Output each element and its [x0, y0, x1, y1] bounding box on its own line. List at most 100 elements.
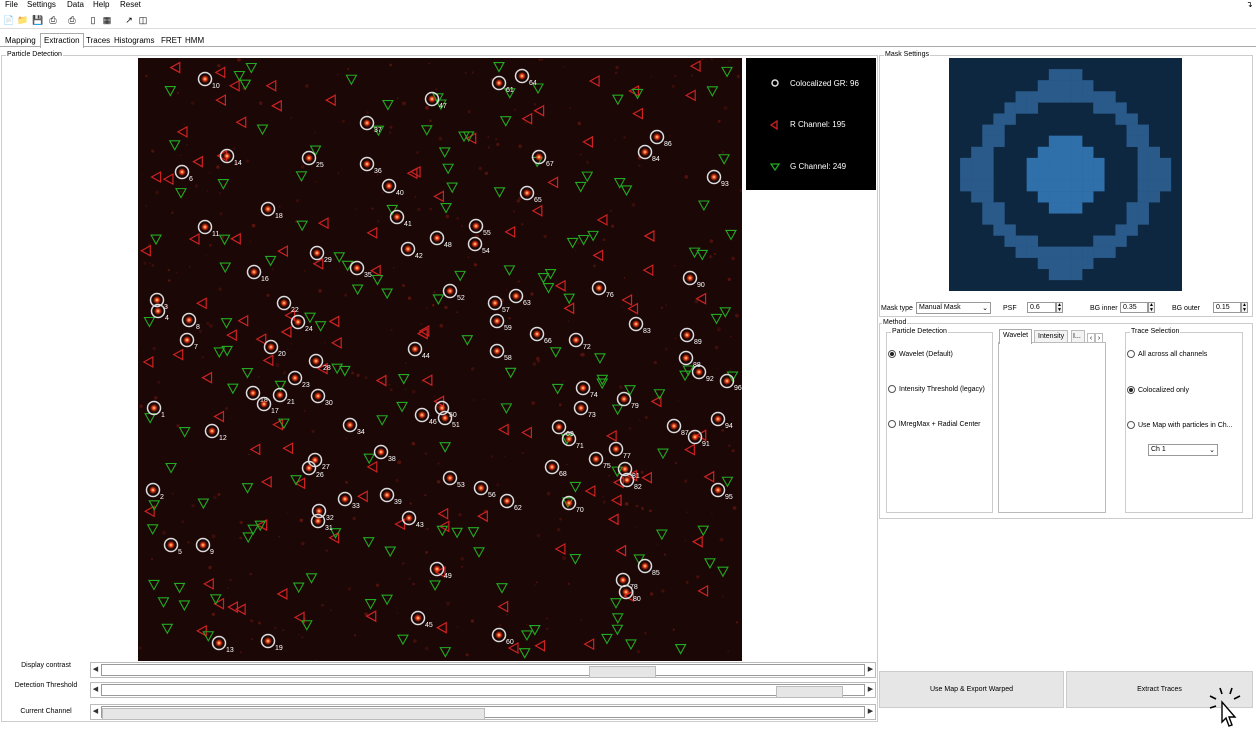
- arrow-left-icon[interactable]: ◀: [91, 663, 100, 677]
- print-icon[interactable]: ⎙: [47, 14, 59, 26]
- new-file-icon[interactable]: 📄: [3, 14, 15, 26]
- menu-help[interactable]: Help: [93, 0, 109, 9]
- tab-hmm[interactable]: HMM: [182, 34, 207, 48]
- tab-histograms[interactable]: Histograms: [111, 34, 157, 48]
- display-contrast-slider[interactable]: ◀ ▶: [90, 662, 876, 678]
- slider-track[interactable]: [101, 706, 865, 720]
- radio-all-channels[interactable]: All across all channels: [1127, 350, 1207, 358]
- bg-inner-input[interactable]: 0.35: [1120, 302, 1148, 313]
- bg-inner-stepper[interactable]: ▲ ▼: [1148, 302, 1155, 313]
- radio-button[interactable]: [888, 420, 896, 428]
- noise-speck: [237, 58, 241, 62]
- open-folder-icon[interactable]: 📁: [17, 14, 29, 26]
- tab-traces[interactable]: Traces: [83, 34, 113, 48]
- noise-speck: [735, 621, 739, 624]
- particle-label: 40: [396, 190, 404, 197]
- detection-threshold-slider[interactable]: ◀ ▶: [90, 682, 876, 698]
- psf-stepper[interactable]: ▲ ▼: [1056, 302, 1063, 313]
- radio-imregmax[interactable]: lMregMax + Radial Center: [888, 420, 981, 428]
- radio-button[interactable]: [888, 350, 896, 358]
- radio-colocalized-only[interactable]: Colocalized only: [1127, 386, 1189, 394]
- menu-settings[interactable]: Settings: [27, 0, 56, 9]
- mask-pixel: [1048, 91, 1061, 103]
- radio-button[interactable]: [1127, 350, 1135, 358]
- menu-data[interactable]: Data: [67, 0, 84, 9]
- particle-image[interactable]: 1061644737868414 2536676934065184111 55485…: [138, 58, 742, 661]
- menu-file[interactable]: File: [5, 0, 18, 9]
- mask-pixel: [1048, 268, 1061, 281]
- mask-pixel: [1026, 102, 1038, 114]
- particle-spot: [683, 331, 691, 339]
- arrow-right-icon[interactable]: ▶: [866, 663, 875, 677]
- noise-speck: [684, 540, 687, 542]
- radio-wavelet[interactable]: Wavelet (Default): [888, 350, 953, 358]
- figure-palette-icon[interactable]: ▦: [101, 14, 113, 26]
- property-inspector-icon[interactable]: ◫: [137, 14, 149, 26]
- noise-speck: [301, 541, 305, 546]
- particle-spot: [314, 517, 322, 525]
- menu-reset[interactable]: Reset: [120, 0, 141, 9]
- noise-speck: [513, 108, 517, 112]
- noise-speck: [727, 650, 730, 653]
- particle-label: 6: [189, 176, 193, 183]
- noise-speck: [303, 269, 306, 272]
- undock-icon[interactable]: ↴: [1246, 0, 1253, 9]
- radio-button[interactable]: [888, 385, 896, 393]
- radio-button[interactable]: [1127, 421, 1135, 429]
- particle-spot: [353, 264, 361, 272]
- noise-speck: [437, 462, 440, 465]
- particle-spot: [363, 119, 371, 127]
- particle-label: 30: [325, 400, 333, 407]
- export-warped-button[interactable]: Use Map & Export Warped: [879, 671, 1064, 708]
- particle-spot: [619, 576, 627, 584]
- tab-more[interactable]: I...: [1071, 330, 1085, 343]
- bg-outer-stepper[interactable]: ▲ ▼: [1241, 302, 1248, 313]
- noise-speck: [473, 399, 475, 401]
- particle-spot: [433, 234, 441, 242]
- tab-scroll-left-icon[interactable]: ‹: [1087, 333, 1095, 343]
- noise-speck: [282, 629, 285, 631]
- mask-pixel: [1071, 180, 1083, 192]
- particle-spot: [208, 427, 216, 435]
- particle-spot: [493, 347, 501, 355]
- slider-track[interactable]: [101, 684, 865, 698]
- slider-track[interactable]: [101, 664, 865, 678]
- print-preview-icon[interactable]: ⎙: [66, 14, 78, 26]
- save-icon[interactable]: 💾: [32, 14, 44, 26]
- arrow-right-icon[interactable]: ▶: [866, 705, 875, 719]
- radio-use-map[interactable]: Use Map with particles in Ch...: [1127, 421, 1233, 429]
- tab-mapping[interactable]: Mapping: [2, 34, 39, 48]
- channel-select[interactable]: Ch 1 ⌄: [1148, 444, 1218, 456]
- tab-fret[interactable]: FRET: [158, 34, 185, 48]
- psf-input[interactable]: 0.6: [1027, 302, 1056, 313]
- particle-spot: [471, 240, 479, 248]
- new-figure-icon[interactable]: ▯: [87, 14, 99, 26]
- arrow-right-icon[interactable]: ▶: [866, 683, 875, 697]
- noise-speck: [535, 581, 538, 584]
- arrow-left-icon[interactable]: ◀: [91, 683, 100, 697]
- current-channel-slider[interactable]: ◀ ▶: [90, 704, 876, 720]
- tab-intensity[interactable]: Intensity: [1034, 330, 1069, 343]
- slider-thumb[interactable]: [776, 686, 843, 698]
- noise-speck: [416, 151, 419, 154]
- mask-type-select[interactable]: Manual Mask ⌄: [916, 302, 991, 314]
- tab-wavelet[interactable]: Wavelet: [999, 329, 1033, 344]
- radio-button[interactable]: [1127, 386, 1135, 394]
- particle-spot: [714, 486, 722, 494]
- bg-outer-input[interactable]: 0.15: [1213, 302, 1241, 313]
- particle-label: 51: [452, 422, 460, 429]
- tab-scroll-right-icon[interactable]: ›: [1095, 333, 1103, 343]
- noise-speck: [731, 256, 736, 261]
- noise-speck: [217, 64, 221, 68]
- slider-thumb[interactable]: [589, 666, 656, 678]
- slider-thumb[interactable]: [102, 708, 485, 720]
- noise-speck: [543, 234, 547, 239]
- tab-extraction[interactable]: Extraction: [40, 33, 84, 48]
- noise-speck: [521, 452, 524, 454]
- particle-spot: [446, 287, 454, 295]
- noise-speck: [167, 279, 171, 282]
- noise-speck: [151, 558, 153, 561]
- radio-intensity-threshold[interactable]: Intensity Threshold (legacy): [888, 385, 985, 393]
- pointer-icon[interactable]: ↗: [123, 14, 135, 26]
- arrow-left-icon[interactable]: ◀: [91, 705, 100, 719]
